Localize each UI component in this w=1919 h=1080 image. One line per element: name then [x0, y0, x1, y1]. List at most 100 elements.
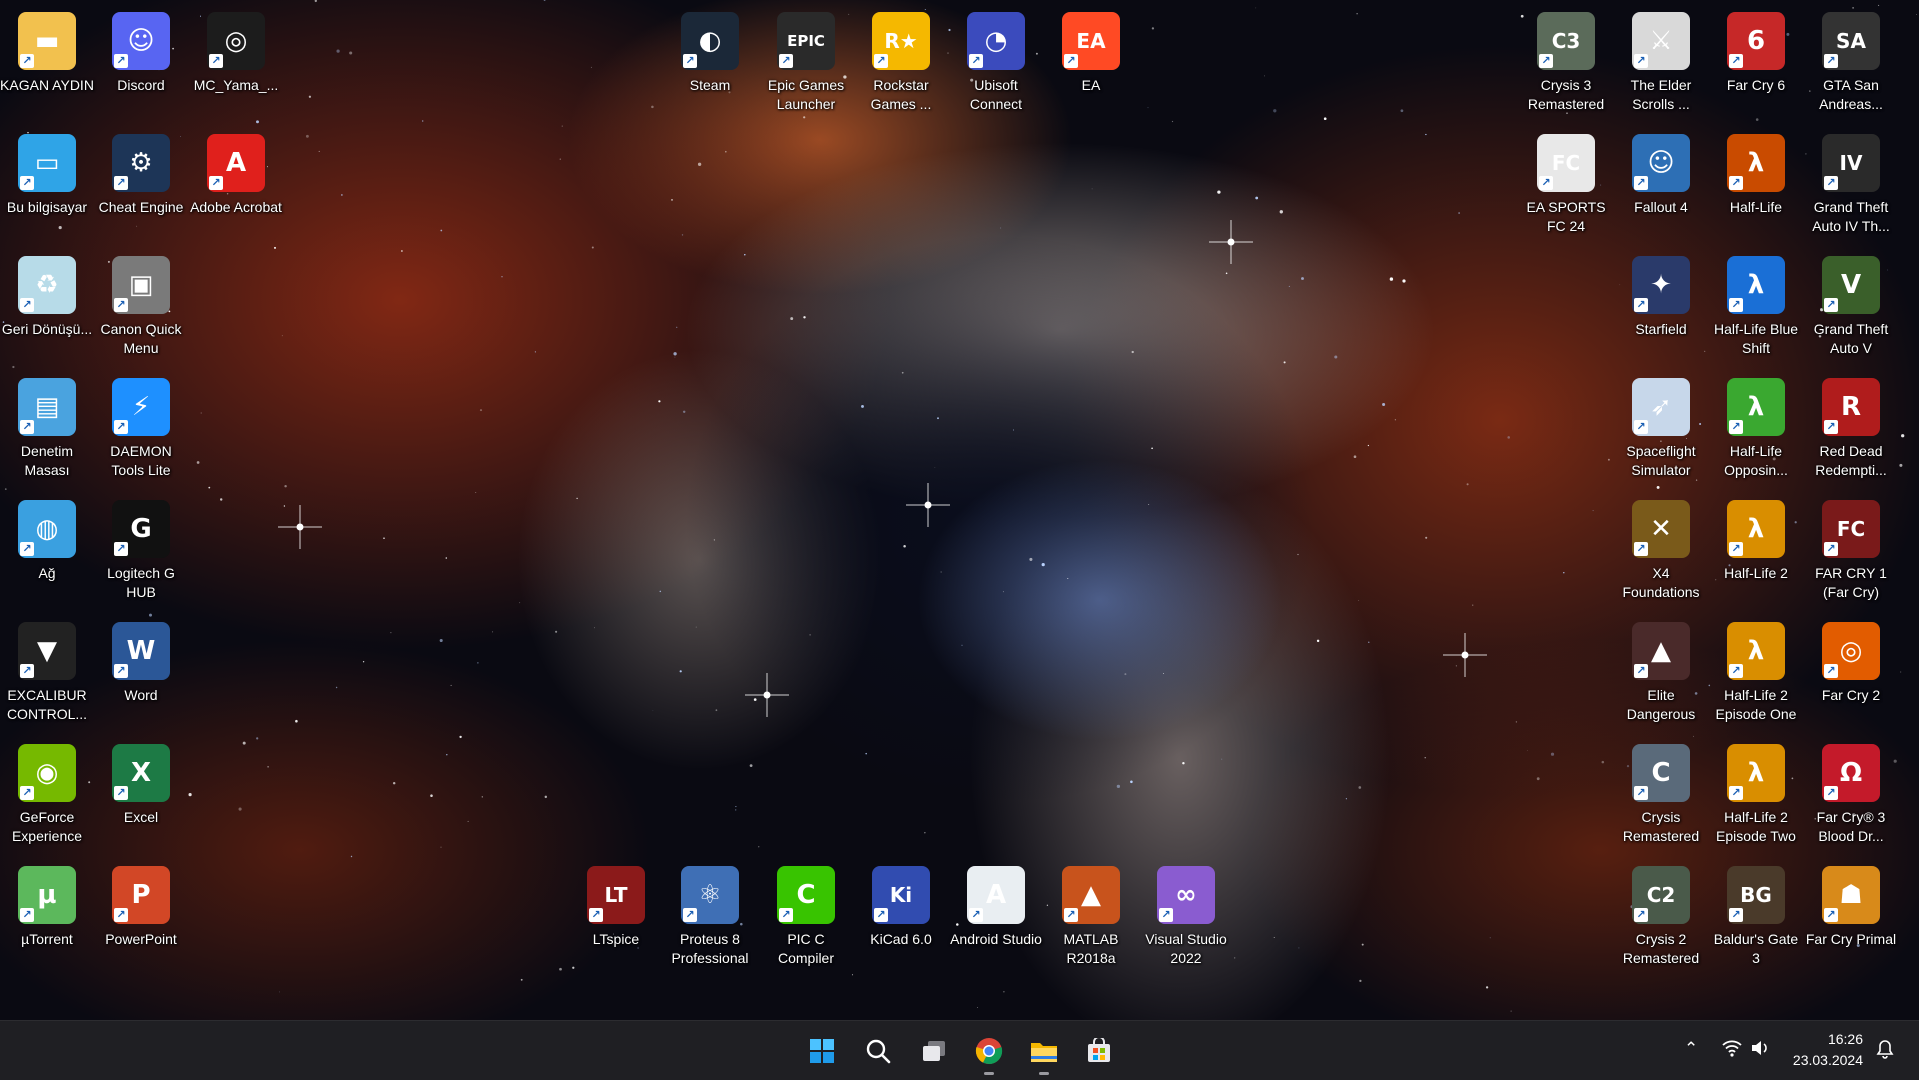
- desktop-shortcut-label: Half-Life 2: [1724, 565, 1788, 581]
- chrome-taskbar-button[interactable]: [969, 1031, 1009, 1075]
- desktop-shortcut-canon-quick-menu[interactable]: ▣ ↗ Canon Quick Menu: [95, 248, 187, 366]
- start-button[interactable]: [802, 1031, 842, 1071]
- desktop-shortcut-proteus[interactable]: ⚛ ↗ Proteus 8 Professional: [664, 858, 756, 976]
- icon-glyph: A: [985, 880, 1007, 910]
- star: [1382, 402, 1386, 407]
- desktop-shortcut-daemon-tools[interactable]: ⚡ ↗ DAEMON Tools Lite: [95, 370, 187, 488]
- half-life-blue-shift-icon: λ ↗: [1727, 256, 1785, 314]
- desktop-shortcut-pic-c-compiler[interactable]: C ↗ PIC C Compiler: [760, 858, 852, 976]
- shortcut-arrow-icon: ↗: [20, 420, 34, 434]
- half-life-icon: λ ↗: [1727, 134, 1785, 192]
- notification-bell-icon[interactable]: [1876, 1039, 1894, 1064]
- desktop-shortcut-word[interactable]: W ↗ Word: [95, 614, 187, 732]
- search-button[interactable]: [858, 1031, 898, 1071]
- desktop-shortcut-starfield[interactable]: ✦ ↗ Starfield: [1615, 248, 1707, 366]
- desktop-shortcut-crysis-remastered[interactable]: C ↗ Crysis Remastered: [1615, 736, 1707, 854]
- star: [1255, 196, 1259, 200]
- desktop-shortcut-utorrent[interactable]: µ ↗ µTorrent: [1, 858, 93, 976]
- desktop-shortcut-ea-fc24[interactable]: FC ↗ EA SPORTS FC 24: [1520, 126, 1612, 244]
- volume-icon[interactable]: [1750, 1039, 1770, 1062]
- clock-time[interactable]: 16:26: [1828, 1031, 1863, 1047]
- desktop-shortcut-recycle-bin[interactable]: ♻ ↗ Geri Dönüşü...: [1, 248, 93, 366]
- desktop-shortcut-steam[interactable]: ◐ ↗ Steam: [664, 4, 756, 122]
- desktop-shortcut-half-life-2-ep2[interactable]: λ ↗ Half-Life 2 Episode Two: [1710, 736, 1802, 854]
- icon-glyph: V: [1840, 270, 1862, 300]
- desktop-shortcut-elite-dangerous[interactable]: ▲ ↗ Elite Dangerous: [1615, 614, 1707, 732]
- desktop-shortcut-geforce[interactable]: ◉ ↗ GeForce Experience: [1, 736, 93, 854]
- desktop-shortcut-x4-foundations[interactable]: ✕ ↗ X4 Foundations: [1615, 492, 1707, 610]
- desktop-shortcut-visual-studio[interactable]: ∞ ↗ Visual Studio 2022: [1140, 858, 1232, 976]
- star: [1316, 639, 1320, 643]
- desktop-shortcut-gta4[interactable]: IV ↗ Grand Theft Auto IV Th...: [1805, 126, 1897, 244]
- desktop-shortcut-adobe-acrobat[interactable]: A ↗ Adobe Acrobat: [190, 126, 282, 244]
- desktop-shortcut-red-dead[interactable]: R ↗ Red Dead Redempti...: [1805, 370, 1897, 488]
- desktop-shortcut-mc-yama[interactable]: ◎ ↗ MC_Yama_...: [190, 4, 282, 122]
- desktop-shortcut-farcry-primal[interactable]: ☗ ↗ Far Cry Primal: [1805, 858, 1897, 976]
- shortcut-arrow-icon: ↗: [1824, 176, 1838, 190]
- star: [1356, 13, 1358, 15]
- desktop-shortcut-excalibur[interactable]: ▼ ↗ EXCALIBUR CONTROL...: [1, 614, 93, 732]
- desktop-shortcut-crysis3[interactable]: C3 ↗ Crysis 3 Remastered: [1520, 4, 1612, 122]
- desktop-shortcut-half-life-2[interactable]: λ ↗ Half-Life 2: [1710, 492, 1802, 610]
- desktop-shortcut-android-studio[interactable]: A ↗ Android Studio: [950, 858, 1042, 976]
- microsoft-store-taskbar-button[interactable]: [1079, 1031, 1119, 1071]
- icon-glyph: ⚙: [129, 148, 153, 178]
- desktop-shortcut-fallout4[interactable]: ☺ ↗ Fallout 4: [1615, 126, 1707, 244]
- shortcut-arrow-icon: ↗: [1824, 542, 1838, 556]
- star: [439, 638, 443, 643]
- desktop-shortcut-ltspice[interactable]: LT ↗ LTspice: [570, 858, 662, 976]
- farcry-primal-icon: ☗ ↗: [1822, 866, 1880, 924]
- desktop-shortcut-ea[interactable]: EA ↗ EA: [1045, 4, 1137, 122]
- desktop-shortcut-gta5[interactable]: V ↗ Grand Theft Auto V: [1805, 248, 1897, 366]
- desktop-shortcut-discord[interactable]: ☺ ↗ Discord: [95, 4, 187, 122]
- desktop-shortcut-spaceflight-simulator[interactable]: ➶ ↗ Spaceflight Simulator: [1615, 370, 1707, 488]
- star: [1563, 571, 1565, 574]
- star: [1234, 957, 1236, 959]
- desktop-shortcut-farcry6[interactable]: 6 ↗ Far Cry 6: [1710, 4, 1802, 122]
- icon-glyph: ➶: [1650, 392, 1672, 422]
- icon-glyph: ▲: [1651, 636, 1671, 666]
- desktop-shortcut-half-life-opposing-force[interactable]: λ ↗ Half-Life Opposin...: [1710, 370, 1802, 488]
- desktop-shortcut-farcry3-blood-dragon[interactable]: Ω ↗ Far Cry® 3 Blood Dr...: [1805, 736, 1897, 854]
- desktop-shortcut-elder-scrolls[interactable]: ⚔ ↗ The Elder Scrolls ...: [1615, 4, 1707, 122]
- star: [445, 557, 448, 559]
- desktop-shortcut-farcry1[interactable]: FC ↗ FAR CRY 1 (Far Cry): [1805, 492, 1897, 610]
- task-view-button[interactable]: [914, 1031, 954, 1071]
- desktop-shortcut-network[interactable]: ◍ ↗ Ağ: [1, 492, 93, 610]
- desktop-shortcut-half-life-2-ep1[interactable]: λ ↗ Half-Life 2 Episode One: [1710, 614, 1802, 732]
- desktop-shortcut-gta-sa[interactable]: SA ↗ GTA San Andreas...: [1805, 4, 1897, 122]
- star: [543, 0, 546, 1]
- desktop-shortcut-matlab[interactable]: ▲ ↗ MATLAB R2018a: [1045, 858, 1137, 976]
- star: [559, 158, 561, 160]
- star: [1091, 188, 1093, 190]
- desktop-shortcut-computer[interactable]: ▭ ↗ Bu bilgisayar: [1, 126, 93, 244]
- desktop-shortcut-crysis2[interactable]: C2 ↗ Crysis 2 Remastered: [1615, 858, 1707, 976]
- clock-date[interactable]: 23.03.2024: [1793, 1052, 1863, 1068]
- desktop-shortcut-user-folder[interactable]: ▬ ↗ KAGAN AYDIN: [0, 4, 94, 122]
- desktop-shortcut-epic-games[interactable]: EPIC ↗ Epic Games Launcher: [760, 4, 852, 122]
- steam-icon: ◐ ↗: [681, 12, 739, 70]
- show-hidden-icons-chevron-icon[interactable]: ⌃: [1684, 1039, 1698, 1059]
- shortcut-arrow-icon: ↗: [1064, 908, 1078, 922]
- desktop-shortcut-logitech-ghub[interactable]: G ↗ Logitech G HUB: [95, 492, 187, 610]
- desktop-shortcut-baldurs-gate-3[interactable]: BG ↗ Baldur's Gate 3: [1710, 858, 1802, 976]
- desktop-shortcut-kicad[interactable]: Ki ↗ KiCad 6.0: [855, 858, 947, 976]
- star: [1510, 1010, 1512, 1012]
- desktop-shortcut-cheat-engine[interactable]: ⚙ ↗ Cheat Engine: [95, 126, 187, 244]
- file-explorer-taskbar-button[interactable]: [1024, 1031, 1064, 1075]
- desktop-shortcut-half-life[interactable]: λ ↗ Half-Life: [1710, 126, 1802, 244]
- desktop-shortcut-control-panel[interactable]: ▤ ↗ Denetim Masası: [1, 370, 93, 488]
- desktop-shortcut-label: Elite Dangerous: [1626, 687, 1696, 722]
- desktop-shortcut-rockstar[interactable]: R★ ↗ Rockstar Games ...: [855, 4, 947, 122]
- desktop-shortcut-excel[interactable]: X ↗ Excel: [95, 736, 187, 854]
- desktop-shortcut-ubisoft[interactable]: ◔ ↗ Ubisoft Connect: [950, 4, 1042, 122]
- star: [475, 492, 477, 493]
- wifi-icon[interactable]: [1722, 1039, 1742, 1062]
- desktop-shortcut-label: Adobe Acrobat: [190, 199, 282, 215]
- desktop-shortcut-half-life-blue-shift[interactable]: λ ↗ Half-Life Blue Shift: [1710, 248, 1802, 366]
- icon-glyph: R★: [884, 29, 918, 53]
- star: [284, 484, 287, 488]
- icon-glyph: X: [130, 758, 152, 788]
- desktop-shortcut-farcry2[interactable]: ◎ ↗ Far Cry 2: [1805, 614, 1897, 732]
- desktop-shortcut-powerpoint[interactable]: P ↗ PowerPoint: [95, 858, 187, 976]
